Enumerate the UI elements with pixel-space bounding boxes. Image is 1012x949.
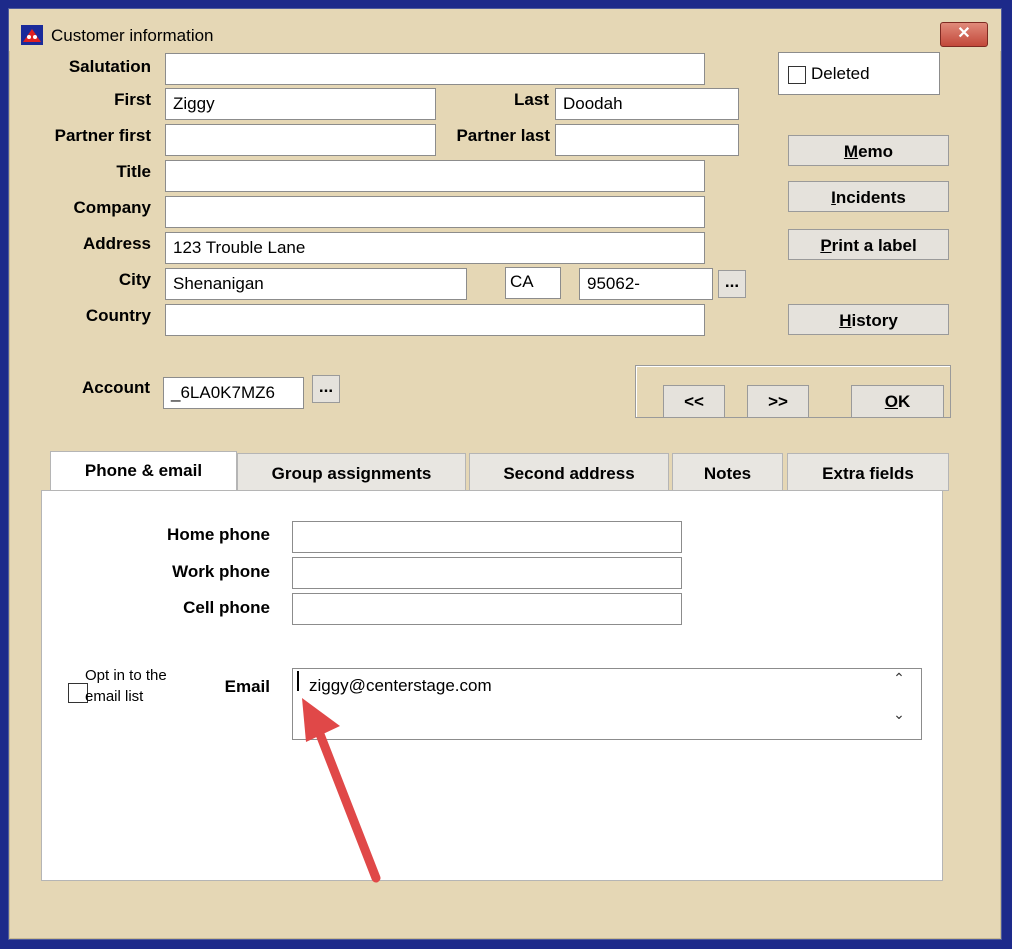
scroll-up-icon[interactable]: ⌃ <box>887 670 911 690</box>
history-button[interactable]: History <box>788 304 949 335</box>
account-label: Account <box>82 378 150 397</box>
app-icon <box>21 25 43 45</box>
deleted-group: Deleted <box>778 52 940 95</box>
previous-record-button[interactable]: << <box>663 385 725 418</box>
email-scrollbar[interactable]: ⌃ ⌄ <box>887 662 911 732</box>
address-input[interactable]: 123 Trouble Lane <box>165 232 705 264</box>
window-title: Customer information <box>51 26 214 45</box>
country-label: Country <box>85 306 151 325</box>
tab-group-assignments[interactable]: Group assignments <box>237 453 466 491</box>
partner-first-input[interactable] <box>165 124 436 156</box>
company-input[interactable] <box>165 196 705 228</box>
last-name-input[interactable]: Doodah <box>555 88 739 120</box>
city-input[interactable]: Shenanigan <box>165 268 467 300</box>
next-record-button[interactable]: >> <box>747 385 809 418</box>
incidents-button[interactable]: Incidents <box>788 181 949 212</box>
partner-last-label: Partner last <box>456 126 550 145</box>
memo-button[interactable]: Memo <box>788 135 949 166</box>
work-phone-label: Work phone <box>172 562 270 581</box>
title-label: Title <box>116 162 151 181</box>
salutation-label: Salutation <box>68 57 151 76</box>
first-name-input[interactable]: Ziggy <box>165 88 436 120</box>
partner-last-input[interactable] <box>555 124 739 156</box>
cell-phone-input[interactable] <box>292 593 682 625</box>
address-label: Address <box>82 234 151 253</box>
city-label: City <box>118 270 151 289</box>
company-label: Company <box>73 198 151 217</box>
tab-notes[interactable]: Notes <box>672 453 783 491</box>
work-phone-input[interactable] <box>292 557 682 589</box>
text-cursor <box>297 671 299 691</box>
tab-phone-email[interactable]: Phone & email <box>50 451 237 490</box>
close-icon: ✕ <box>957 25 971 42</box>
email-label: Email <box>224 677 270 696</box>
home-phone-input[interactable] <box>292 521 682 553</box>
annotation-arrow-icon <box>302 698 381 883</box>
home-phone-label: Home phone <box>167 525 270 544</box>
cell-phone-label: Cell phone <box>183 598 270 617</box>
country-input[interactable] <box>165 304 705 336</box>
account-input[interactable]: _6LA0K7MZ6 <box>163 377 304 409</box>
salutation-input[interactable] <box>165 53 705 85</box>
ok-button[interactable]: OK <box>851 385 944 418</box>
zip-lookup-button[interactable]: ... <box>718 270 746 298</box>
partner-first-label: Partner first <box>54 126 151 145</box>
title-input[interactable] <box>165 160 705 192</box>
scroll-down-icon[interactable]: ⌄ <box>887 706 911 726</box>
deleted-label: Deleted <box>811 64 870 83</box>
title-bar: Customer information ✕ <box>9 9 1001 51</box>
first-label: First <box>114 90 151 109</box>
deleted-checkbox[interactable] <box>788 66 806 84</box>
account-lookup-button[interactable]: ... <box>312 375 340 403</box>
tab-extra-fields[interactable]: Extra fields <box>787 453 949 491</box>
print-label-button[interactable]: Print a label <box>788 229 949 260</box>
zip-input[interactable]: 95062- <box>579 268 713 300</box>
tab-second-address[interactable]: Second address <box>469 453 669 491</box>
close-button[interactable]: ✕ <box>940 22 988 47</box>
state-input[interactable]: CA <box>505 267 561 299</box>
opt-in-label: Opt in to the email list <box>85 667 167 705</box>
last-label: Last <box>514 90 549 109</box>
